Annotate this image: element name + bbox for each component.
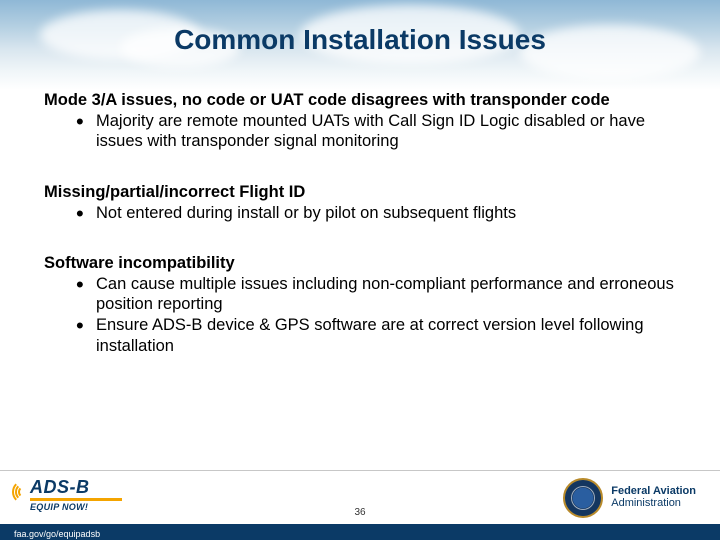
bullet-item: • Ensure ADS-B device & GPS software are… [76,315,676,356]
section-heading: Mode 3/A issues, no code or UAT code dis… [44,90,676,111]
page-number: 36 [0,507,720,518]
bullet-text: Can cause multiple issues including non-… [96,274,676,315]
bullet-icon: • [76,111,82,129]
bullet-text: Ensure ADS-B device & GPS software are a… [96,315,676,356]
slide: Common Installation Issues Mode 3/A issu… [0,0,720,540]
bullet-text: Majority are remote mounted UATs with Ca… [96,111,676,152]
slide-content: Mode 3/A issues, no code or UAT code dis… [44,90,676,356]
bullet-item: • Not entered during install or by pilot… [76,203,676,224]
slide-footer: ADS-B EQUIP NOW! Federal Aviation Admini… [0,470,720,540]
footer-url: faa.gov/go/equipadsb [14,529,100,539]
section-heading: Missing/partial/incorrect Flight ID [44,182,676,203]
bullet-item: • Majority are remote mounted UATs with … [76,111,676,152]
bullet-item: • Can cause multiple issues including no… [76,274,676,315]
spacer [44,152,676,182]
section-heading: Software incompatibility [44,253,676,274]
footer-divider [0,470,720,471]
bullet-icon: • [76,315,82,333]
bullet-text: Not entered during install or by pilot o… [96,203,676,224]
bullet-icon: • [76,274,82,292]
footer-bar: faa.gov/go/equipadsb [0,524,720,540]
spacer [44,223,676,253]
slide-title: Common Installation Issues [0,24,720,56]
adsb-logo-bar [30,498,122,501]
adsb-logo-text: ADS-B [30,478,122,496]
bullet-icon: • [76,203,82,221]
